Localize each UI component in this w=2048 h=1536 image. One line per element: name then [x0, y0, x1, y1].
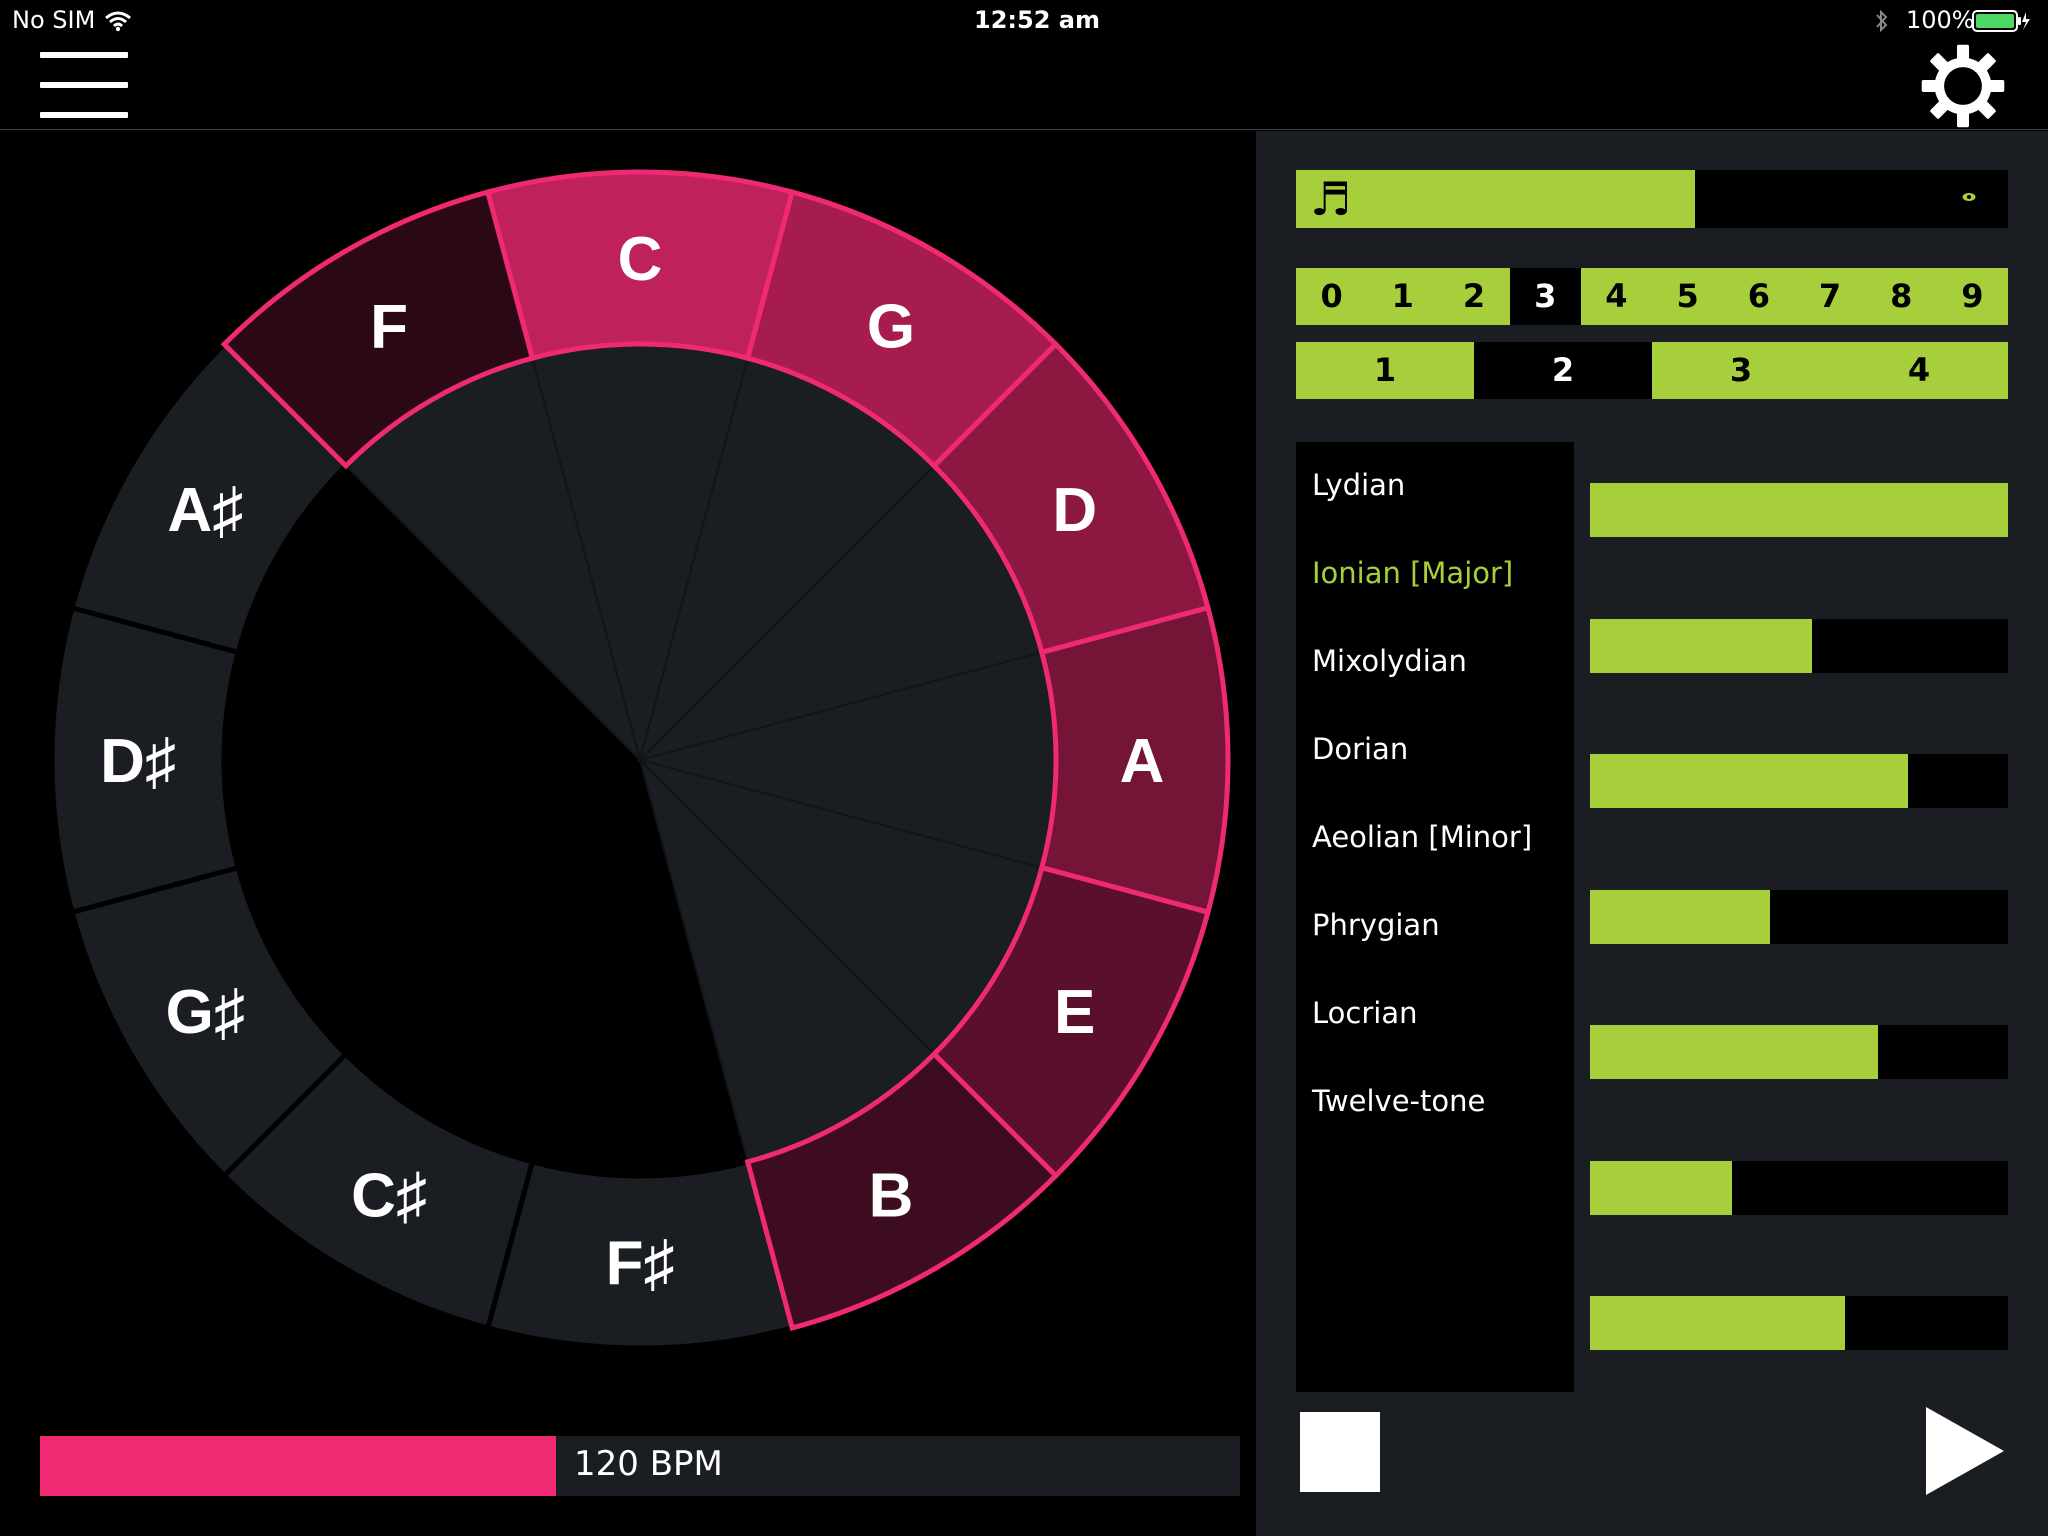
play-icon	[1926, 1407, 2004, 1495]
beat-option-1[interactable]: 1	[1296, 342, 1474, 399]
mode-list: Lydian Ionian [Major] Mixolydian Dorian Aeol…	[1296, 442, 1574, 1392]
level-bar[interactable]	[1590, 618, 2008, 673]
octave-digit-7[interactable]: 7	[1794, 268, 1866, 325]
beat-option-4[interactable]: 4	[1830, 342, 2008, 399]
key-label: D♯	[100, 727, 176, 796]
key-label: A	[1120, 727, 1165, 796]
octave-digit-3[interactable]: 3	[1509, 268, 1581, 325]
tempo-fill	[40, 1436, 556, 1496]
tempo-label: 120 BPM	[574, 1444, 723, 1484]
mode-item[interactable]: Lydian	[1312, 468, 1405, 502]
octave-digit-4[interactable]: 4	[1580, 268, 1653, 325]
level-bar-fill	[1590, 1160, 1733, 1215]
octave-digit-5[interactable]: 5	[1652, 268, 1724, 325]
mode-item[interactable]: Aeolian [Minor]	[1312, 820, 1532, 854]
octave-selector: 0123456789	[1296, 268, 2009, 325]
tempo-slider[interactable]: 120 BPM	[40, 1436, 1240, 1496]
octave-digit-2[interactable]: 2	[1438, 268, 1510, 325]
key-label: D	[1052, 476, 1097, 545]
level-bar-fill	[1590, 618, 1812, 673]
level-bar-fill	[1590, 483, 2008, 537]
key-label: E	[1054, 978, 1095, 1047]
stop-button[interactable]	[1300, 1412, 1380, 1492]
mode-item[interactable]: Locrian	[1312, 996, 1417, 1030]
play-button[interactable]	[1924, 1405, 2006, 1497]
sixteenth-note-icon: ♬	[1310, 172, 1352, 226]
octave-digit-1[interactable]: 1	[1367, 268, 1439, 325]
key-label: C♯	[351, 1162, 427, 1231]
level-bar-fill	[1590, 1296, 1845, 1350]
key-label: G	[867, 292, 915, 361]
level-bar[interactable]	[1590, 1160, 2008, 1215]
sequence-fill	[1296, 170, 1695, 228]
octave-digit-8[interactable]: 8	[1865, 268, 1937, 325]
sequence-progress[interactable]: ♬	[1296, 170, 2008, 228]
mode-item[interactable]: Ionian [Major]	[1312, 556, 1513, 590]
level-bar-fill	[1590, 754, 1908, 808]
mode-item[interactable]: Mixolydian	[1312, 644, 1467, 678]
bluetooth-icon	[1876, 9, 1888, 33]
level-bar[interactable]	[1590, 1025, 2008, 1079]
mode-item[interactable]: Twelve-tone	[1312, 1084, 1485, 1118]
beat-option-3[interactable]: 3	[1652, 342, 1830, 399]
level-bar[interactable]	[1590, 889, 2008, 944]
gear-icon[interactable]	[1920, 43, 2006, 129]
wifi-icon	[105, 11, 131, 32]
key-label: B	[869, 1162, 914, 1231]
key-label: F	[370, 292, 408, 361]
level-bar-fill	[1590, 1025, 1879, 1079]
level-bar[interactable]	[1590, 754, 2008, 808]
key-label: A♯	[167, 476, 243, 545]
key-label: F♯	[606, 1229, 675, 1298]
key-label: C	[618, 225, 663, 294]
circle-of-fifths-wheel[interactable]: C G D A E B F♯ C♯ G♯ D♯ A♯ F	[40, 160, 1240, 1360]
eye-icon	[1962, 193, 1976, 201]
clock-time: 12:52 am	[974, 6, 1100, 34]
key-label: G♯	[166, 978, 245, 1047]
hamburger-icon[interactable]	[40, 52, 128, 118]
octave-digit-6[interactable]: 6	[1723, 268, 1795, 325]
nav-divider	[0, 129, 2048, 130]
battery-icon	[1972, 10, 2030, 32]
octave-digit-9[interactable]: 9	[1936, 268, 2009, 325]
battery-percent: 100%	[1906, 6, 1975, 34]
carrier-label: No SIM	[12, 6, 96, 34]
beat-option-2[interactable]: 2	[1474, 342, 1652, 399]
level-bar[interactable]	[1590, 483, 2008, 537]
beat-selector: 1234	[1296, 342, 2008, 399]
level-bar-fill	[1590, 889, 1770, 944]
mode-item[interactable]: Phrygian	[1312, 908, 1440, 942]
level-bar[interactable]	[1590, 1296, 2008, 1350]
octave-digit-0[interactable]: 0	[1296, 268, 1368, 325]
mode-item[interactable]: Dorian	[1312, 732, 1408, 766]
